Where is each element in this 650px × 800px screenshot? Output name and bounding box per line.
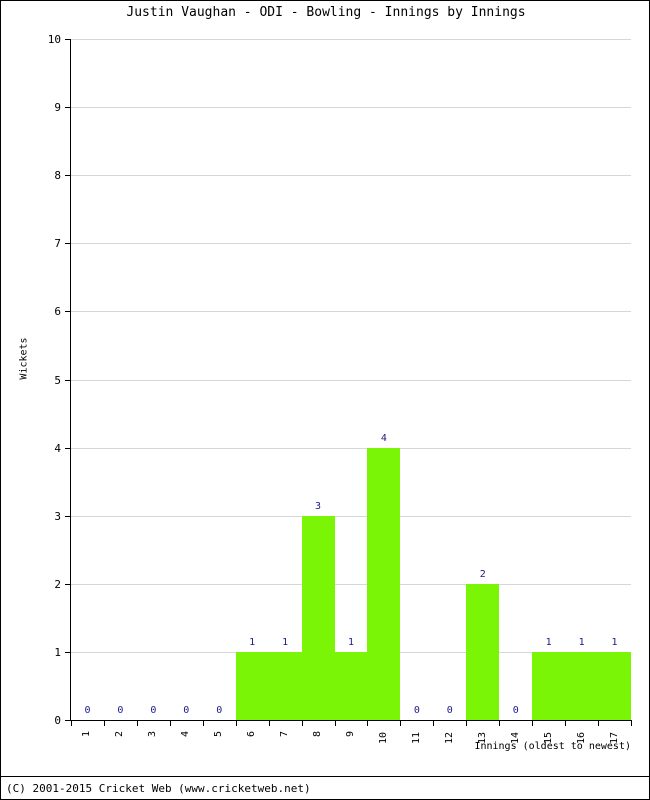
- x-axis-tick-label: 8: [312, 730, 324, 738]
- bar-value-label: 0: [446, 705, 453, 716]
- gridline: [71, 175, 631, 177]
- x-axis-line: [70, 720, 632, 721]
- y-axis-tick: [65, 583, 70, 585]
- x-axis-tick: [367, 721, 369, 726]
- y-axis-tick: [65, 107, 70, 109]
- x-axis-tick-label: 9: [345, 730, 356, 738]
- plot-area: 0 0 0 0 0 1 1 3 1 4 0 0 2 0 1 1 1: [71, 39, 631, 720]
- y-axis-tick: [65, 311, 70, 313]
- bar-value-label: 1: [249, 636, 256, 648]
- bar: [598, 651, 631, 720]
- x-axis-tick: [631, 721, 632, 726]
- y-axis-tick-label: 4: [54, 441, 61, 455]
- x-axis-tick-label: 10: [377, 731, 389, 745]
- x-axis-tick: [565, 721, 567, 726]
- x-axis-tick: [499, 721, 501, 726]
- x-axis-tick: [400, 721, 402, 726]
- bar-value-label: 1: [578, 636, 585, 648]
- x-axis-tick: [532, 721, 534, 726]
- x-axis-tick: [235, 721, 237, 726]
- bar-value-label: 1: [347, 636, 354, 648]
- x-axis-tick-label: 4: [180, 730, 192, 738]
- x-axis-tick-label: 12: [443, 731, 455, 745]
- x-axis-tick-label: 3: [147, 730, 159, 738]
- x-axis-tick: [268, 721, 270, 726]
- y-axis-tick: [65, 447, 70, 449]
- bar-value-label: 3: [315, 500, 322, 512]
- x-axis-tick-label: 7: [279, 730, 291, 738]
- bar: [268, 651, 302, 720]
- y-axis-tick: [65, 243, 70, 245]
- bar-value-label: 0: [117, 705, 124, 716]
- y-axis-tick: [65, 515, 70, 517]
- gridline: [71, 107, 631, 109]
- bar-value-label: 0: [183, 705, 190, 716]
- x-axis-title: Innings (oldest to newest): [474, 741, 631, 752]
- gridline: [71, 447, 631, 449]
- y-axis-title: Wickets: [18, 337, 30, 380]
- y-axis-tick-label: 7: [54, 237, 61, 251]
- x-axis-tick: [71, 721, 72, 726]
- y-axis-tick-label: 9: [54, 101, 61, 115]
- bar-value-label: 0: [84, 705, 91, 716]
- bar-value-label: 4: [380, 432, 387, 444]
- y-axis-tick-label: 2: [54, 577, 61, 591]
- y-axis-tick-label: 1: [54, 645, 61, 659]
- gridline: [71, 243, 631, 245]
- bar: [532, 651, 566, 720]
- y-axis-tick-label: 8: [54, 169, 61, 183]
- x-axis-tick-label: 2: [114, 730, 126, 738]
- x-axis-tick-label: 1: [81, 730, 93, 738]
- y-axis-tick-label: 10: [47, 33, 61, 46]
- footer-divider: [1, 776, 649, 777]
- x-axis-tick-label: 11: [410, 731, 422, 745]
- bar: [301, 515, 335, 720]
- bar-value-label: 0: [413, 705, 420, 716]
- gridline: [71, 379, 631, 381]
- x-axis-tick: [103, 721, 105, 726]
- bar: [235, 651, 269, 720]
- x-axis-tick: [466, 721, 468, 726]
- gridline: [71, 583, 631, 585]
- x-axis-tick: [598, 721, 600, 726]
- bar-value-label: 0: [512, 705, 519, 716]
- bar-value-label: 0: [216, 705, 223, 716]
- bar-value-label: 0: [150, 705, 157, 716]
- x-axis-tick: [334, 721, 336, 726]
- bar-value-label: 1: [545, 636, 552, 648]
- gridline: [71, 39, 631, 40]
- bar-value-label: 1: [611, 636, 618, 648]
- y-axis-tick: [65, 175, 70, 177]
- footer-copyright: (C) 2001-2015 Cricket Web (www.cricketwe…: [6, 782, 311, 795]
- page-title: Justin Vaughan - ODI - Bowling - Innings…: [126, 5, 526, 20]
- y-axis-tick: [65, 651, 70, 653]
- y-axis-tick-label: 5: [54, 373, 61, 387]
- y-axis-tick-label: 0: [54, 714, 61, 727]
- x-axis-tick: [169, 721, 171, 726]
- y-axis-tick-label: 6: [54, 305, 61, 319]
- x-axis-tick: [202, 721, 204, 726]
- x-axis-tick-label: 5: [213, 730, 225, 738]
- y-axis-tick: [65, 720, 70, 721]
- x-axis-tick: [433, 721, 435, 726]
- bar-value-label: 1: [282, 636, 289, 648]
- x-axis-tick-label: 6: [246, 730, 258, 738]
- y-axis-tick: [65, 39, 70, 40]
- y-axis-tick-label: 3: [54, 509, 61, 523]
- gridline: [71, 515, 631, 517]
- bar: [334, 651, 368, 720]
- x-axis-tick: [136, 721, 138, 726]
- chart-page: Justin Vaughan - ODI - Bowling - Innings…: [0, 0, 650, 800]
- bar-value-label: 2: [479, 568, 486, 580]
- bar: [565, 651, 599, 720]
- bar: [367, 447, 401, 720]
- x-axis-tick: [301, 721, 303, 726]
- gridline: [71, 311, 631, 313]
- bar: [466, 583, 500, 720]
- y-axis-tick: [65, 379, 70, 381]
